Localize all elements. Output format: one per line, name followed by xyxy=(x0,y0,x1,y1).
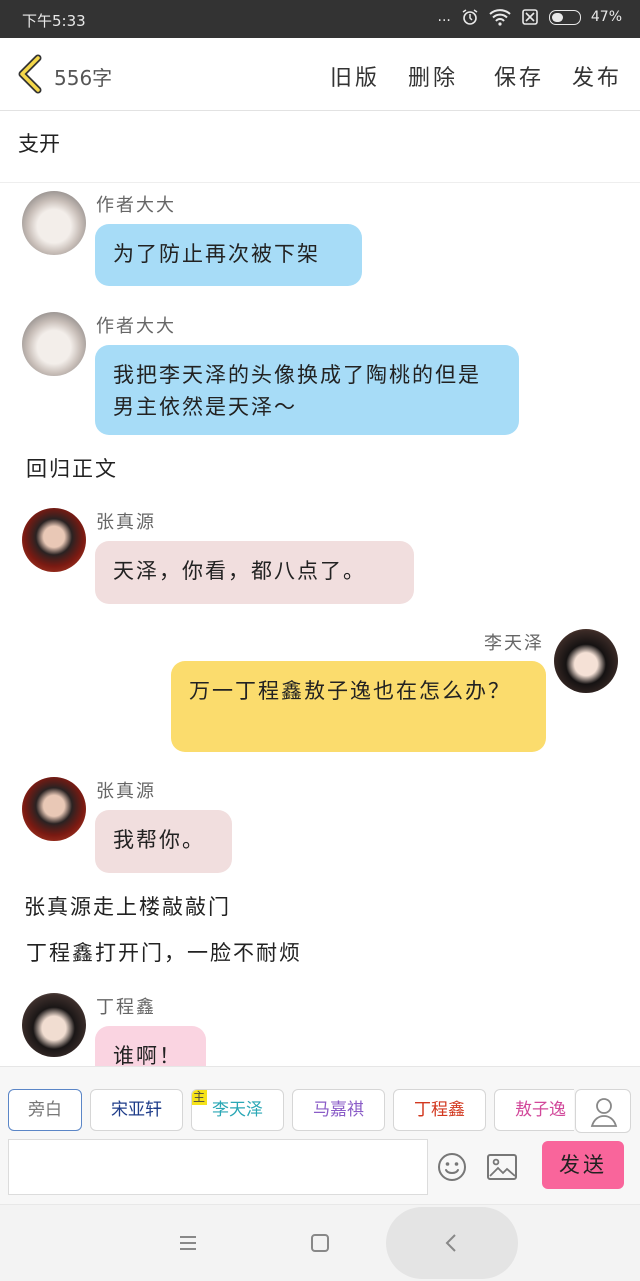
role-selector: 旁白 宋亚轩 主李天泽 马嘉祺 丁程鑫 敖子逸 xyxy=(8,1089,574,1131)
menu-icon[interactable] xyxy=(174,1229,202,1257)
avatar[interactable] xyxy=(22,777,86,841)
back-icon xyxy=(445,1234,456,1252)
home-square-icon[interactable] xyxy=(306,1229,334,1257)
narration-line[interactable]: 张真源走上楼敲敲门 xyxy=(24,891,231,921)
sender-name: 张真源 xyxy=(96,512,156,533)
main-role-tag: 主 xyxy=(192,1090,208,1105)
chat-message[interactable]: 作者大大 我把李天泽的头像换成了陶桃的但是男主依然是天泽～ xyxy=(0,303,640,443)
battery-icon xyxy=(548,9,581,25)
message-bubble[interactable]: 天泽，你看，都八点了。 xyxy=(95,541,414,604)
status-time: 下午5:33 xyxy=(22,12,86,30)
system-nav-bar xyxy=(0,1204,640,1281)
role-chip[interactable]: 丁程鑫 xyxy=(393,1089,486,1131)
composer-panel: 旁白 宋亚轩 主李天泽 马嘉祺 丁程鑫 敖子逸 发送 xyxy=(0,1066,640,1205)
word-count: 556字 xyxy=(54,66,113,90)
role-label: 宋亚轩 xyxy=(111,1100,162,1120)
role-chip[interactable]: 马嘉祺 xyxy=(292,1089,385,1131)
status-bar: 下午5:33 ... 47% xyxy=(0,0,640,38)
role-chip[interactable]: 宋亚轩 xyxy=(90,1089,183,1131)
battery-percent: 47% xyxy=(590,9,622,25)
toolbar-actions: 旧版 删除 保存 发布 xyxy=(330,60,622,92)
narration-line[interactable]: 回归正文 xyxy=(26,453,118,483)
wifi-icon xyxy=(489,9,511,26)
message-bubble[interactable]: 我帮你。 xyxy=(95,810,232,873)
role-label: 丁程鑫 xyxy=(414,1100,465,1120)
role-chip[interactable]: 主李天泽 xyxy=(191,1089,284,1131)
save-button[interactable]: 保存 xyxy=(494,60,544,92)
avatar[interactable] xyxy=(22,508,86,572)
chat-message[interactable]: 张真源 我帮你。 xyxy=(0,771,640,881)
send-button[interactable]: 发送 xyxy=(542,1141,624,1189)
editor-toolbar: 556字 旧版 删除 保存 发布 xyxy=(0,38,640,111)
narration-line[interactable]: 丁程鑫打开门，一脸不耐烦 xyxy=(26,937,302,967)
avatar[interactable] xyxy=(554,629,618,693)
back-chevron-icon[interactable] xyxy=(14,54,46,94)
sender-name: 丁程鑫 xyxy=(96,997,156,1018)
chat-message[interactable]: 丁程鑫 谁啊！ xyxy=(0,985,640,1066)
sender-name: 作者大大 xyxy=(96,316,176,337)
chat-message[interactable]: 作者大大 为了防止再次被下架 xyxy=(0,183,640,293)
role-label: 马嘉祺 xyxy=(313,1100,364,1120)
status-icons: ... 47% xyxy=(438,8,622,26)
role-label: 敖子逸 xyxy=(515,1100,566,1120)
manage-roles-button[interactable] xyxy=(575,1089,631,1133)
avatar[interactable] xyxy=(22,993,86,1057)
alarm-icon xyxy=(462,9,478,25)
sender-name: 作者大大 xyxy=(96,195,176,216)
nav-back-button[interactable] xyxy=(386,1207,518,1279)
emoji-icon[interactable] xyxy=(436,1151,468,1183)
sender-name: 李天泽 xyxy=(484,633,544,654)
message-bubble[interactable]: 为了防止再次被下架 xyxy=(95,224,362,286)
message-bubble[interactable]: 谁啊！ xyxy=(95,1026,206,1066)
message-bubble[interactable]: 我把李天泽的头像换成了陶桃的但是男主依然是天泽～ xyxy=(95,345,519,435)
chat-message[interactable]: 张真源 天泽，你看，都八点了。 xyxy=(0,501,640,611)
role-chip-narrator[interactable]: 旁白 xyxy=(8,1089,82,1131)
role-chip[interactable]: 敖子逸 xyxy=(494,1089,574,1131)
notification-dots: ... xyxy=(437,9,451,25)
delete-button[interactable]: 删除 xyxy=(408,60,458,92)
sender-name: 张真源 xyxy=(96,781,156,802)
message-input[interactable] xyxy=(8,1139,428,1195)
story-title[interactable]: 支开 xyxy=(18,128,60,158)
publish-button[interactable]: 发布 xyxy=(572,60,622,92)
old-version-button[interactable]: 旧版 xyxy=(330,60,380,92)
message-bubble[interactable]: 万一丁程鑫敖子逸也在怎么办？ xyxy=(171,661,546,752)
image-icon[interactable] xyxy=(486,1153,518,1181)
person-icon xyxy=(590,1098,618,1127)
avatar[interactable] xyxy=(22,312,86,376)
avatar[interactable] xyxy=(22,191,86,255)
chat-area[interactable]: 作者大大 为了防止再次被下架 作者大大 我把李天泽的头像换成了陶桃的但是男主依然… xyxy=(0,183,640,1066)
role-label: 李天泽 xyxy=(212,1100,263,1120)
chat-message[interactable]: 李天泽 万一丁程鑫敖子逸也在怎么办？ xyxy=(0,621,640,761)
role-label: 旁白 xyxy=(28,1100,62,1120)
sim-blocked-icon xyxy=(522,9,538,25)
